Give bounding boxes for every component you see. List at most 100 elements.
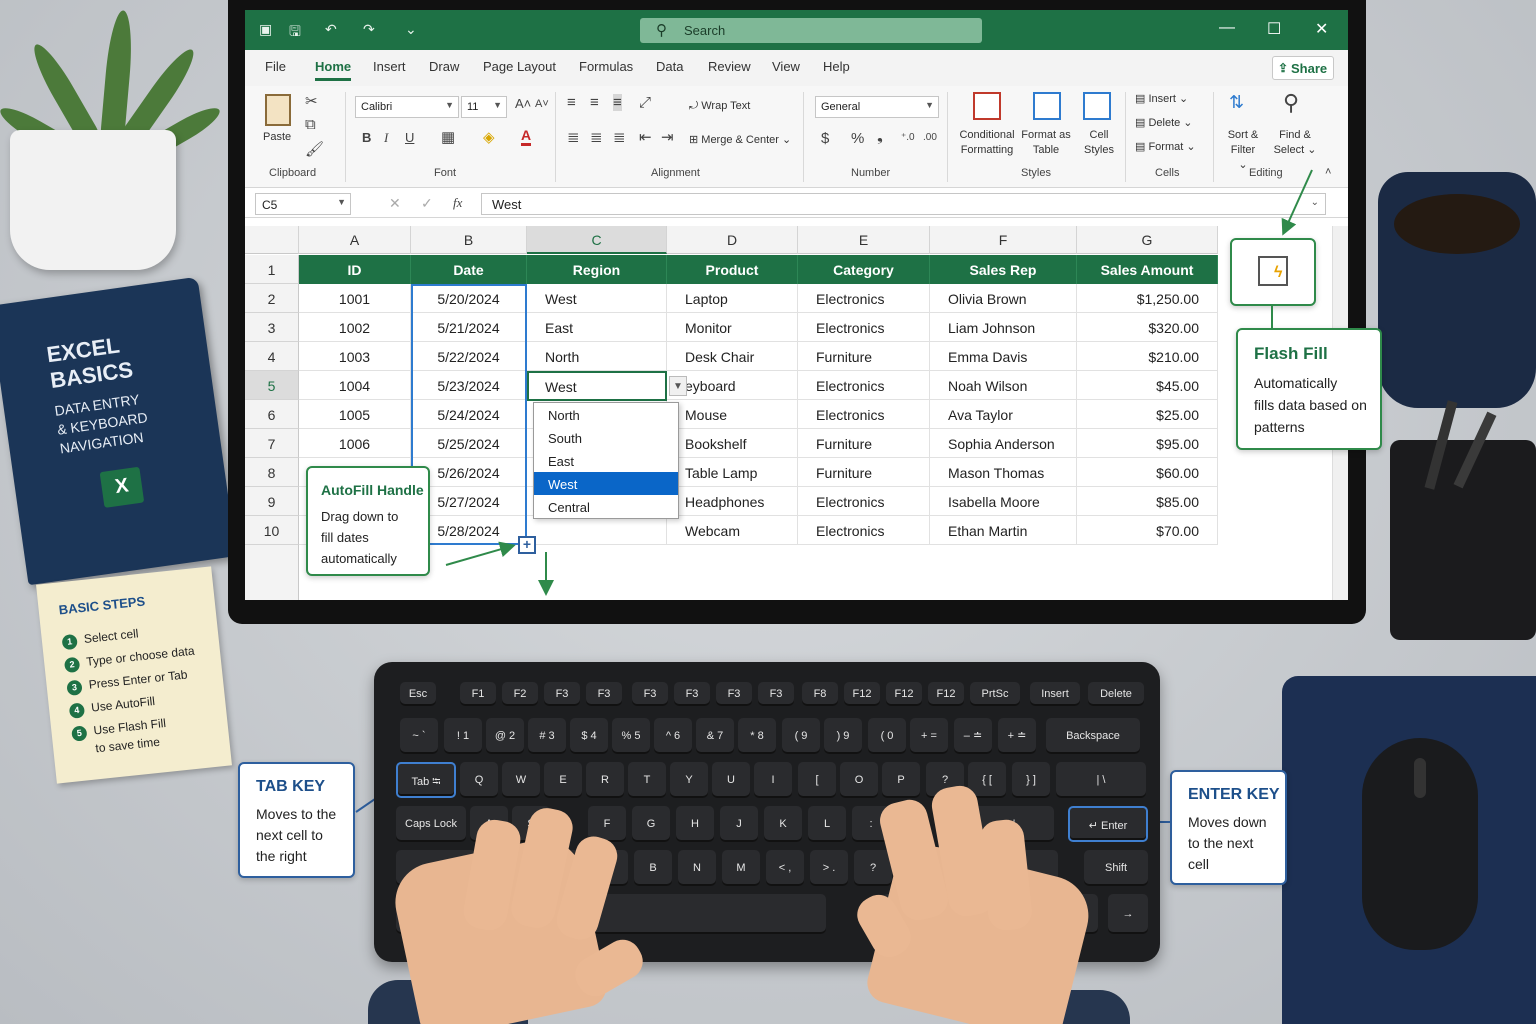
cut-icon[interactable]: ✂: [305, 92, 318, 110]
table-cell[interactable]: Sophia Anderson: [930, 429, 1077, 458]
table-cell[interactable]: North: [527, 342, 667, 371]
fill-color-icon[interactable]: ◈: [483, 128, 495, 146]
redo-icon[interactable]: ↷: [363, 21, 375, 38]
insert-function-button[interactable]: fx: [453, 195, 462, 211]
column-header-e[interactable]: E: [798, 226, 930, 254]
key[interactable]: L: [808, 806, 846, 842]
align-center-icon[interactable]: ≣: [590, 128, 603, 146]
key[interactable]: > .: [810, 850, 848, 886]
font-name-select[interactable]: Calibri ▼: [355, 96, 459, 118]
table-cell[interactable]: Isabella Moore: [930, 487, 1077, 516]
row-header-1[interactable]: 1: [245, 255, 299, 284]
tab-page-layout[interactable]: Page Layout: [483, 59, 556, 74]
key[interactable]: U: [712, 762, 750, 798]
key[interactable]: & 7: [696, 718, 734, 754]
merge-center-button[interactable]: ⊞ Merge & Center ⌄: [689, 133, 791, 148]
key[interactable]: I: [754, 762, 792, 798]
key[interactable]: – ≐: [954, 718, 992, 754]
key[interactable]: B: [634, 850, 672, 886]
table-cell[interactable]: Electronics: [798, 400, 930, 429]
column-header-a[interactable]: A: [299, 226, 411, 254]
undo-icon[interactable]: ↶: [325, 21, 337, 38]
save-icon[interactable]: 🖫: [289, 21, 301, 45]
number-format-select[interactable]: General ▼: [815, 96, 939, 118]
formula-input[interactable]: West ⌄: [481, 193, 1326, 215]
key[interactable]: Backspace: [1046, 718, 1140, 754]
close-button[interactable]: ✕: [1315, 19, 1328, 39]
key[interactable]: F3: [716, 682, 752, 706]
table-cell[interactable]: Olivia Brown: [930, 284, 1077, 313]
key[interactable]: ↵ Enter: [1068, 806, 1148, 842]
cell-styles-button[interactable]: Cell Styles: [1079, 128, 1119, 158]
insert-cells-button[interactable]: ▤ Insert ⌄: [1135, 92, 1188, 107]
row-header-8[interactable]: 8: [245, 458, 299, 487]
key[interactable]: J: [720, 806, 758, 842]
align-middle-icon[interactable]: ≡: [590, 94, 599, 111]
key[interactable]: < ,: [766, 850, 804, 886]
table-cell[interactable]: Laptop: [667, 284, 798, 313]
table-cell[interactable]: Monitor: [667, 313, 798, 342]
format-as-table-button[interactable]: Format as Table: [1019, 128, 1073, 158]
key[interactable]: F3: [544, 682, 580, 706]
key[interactable]: F3: [632, 682, 668, 706]
collapse-ribbon-icon[interactable]: ˄: [1325, 166, 1331, 178]
decrease-decimal-icon[interactable]: .00: [923, 132, 937, 143]
key[interactable]: H: [676, 806, 714, 842]
percent-button[interactable]: %: [851, 130, 864, 147]
paste-button[interactable]: Paste: [263, 130, 291, 145]
table-cell[interactable]: Electronics: [798, 487, 930, 516]
paste-icon[interactable]: [265, 94, 291, 126]
customize-qat-icon[interactable]: ⌄: [405, 21, 417, 38]
key[interactable]: * 8: [738, 718, 776, 754]
key[interactable]: R: [586, 762, 624, 798]
key[interactable]: ! 1: [444, 718, 482, 754]
key[interactable]: Q: [460, 762, 498, 798]
table-cell[interactable]: Mouse: [667, 400, 798, 429]
key[interactable]: ~ `: [400, 718, 438, 754]
header-cell[interactable]: Category: [798, 255, 930, 284]
key[interactable]: + ≐: [998, 718, 1036, 754]
key[interactable]: # 3: [528, 718, 566, 754]
key[interactable]: W: [502, 762, 540, 798]
table-cell[interactable]: 1001: [299, 284, 411, 313]
table-cell[interactable]: 1004: [299, 371, 411, 400]
tab-home[interactable]: Home: [315, 59, 352, 81]
key[interactable]: F8: [802, 682, 838, 706]
key[interactable]: ^ 6: [654, 718, 692, 754]
key[interactable]: F12: [844, 682, 880, 706]
column-header-b[interactable]: B: [411, 226, 527, 254]
tab-review[interactable]: Review: [708, 59, 751, 74]
table-cell[interactable]: 1006: [299, 429, 411, 458]
table-cell[interactable]: $45.00: [1077, 371, 1218, 400]
key[interactable]: ) 9: [824, 718, 862, 754]
align-left-icon[interactable]: ≣: [567, 128, 580, 146]
key[interactable]: F12: [886, 682, 922, 706]
tab-insert[interactable]: Insert: [373, 59, 406, 74]
table-cell[interactable]: $85.00: [1077, 487, 1218, 516]
table-cell[interactable]: Ethan Martin: [930, 516, 1077, 545]
tab-view[interactable]: View: [772, 59, 800, 74]
delete-cells-button[interactable]: ▤ Delete ⌄: [1135, 116, 1193, 131]
header-cell[interactable]: Product: [667, 255, 798, 284]
row-header-7[interactable]: 7: [245, 429, 299, 458]
key[interactable]: Esc: [400, 682, 436, 706]
column-header-f[interactable]: F: [930, 226, 1077, 254]
key[interactable]: $ 4: [570, 718, 608, 754]
key[interactable]: N: [678, 850, 716, 886]
comma-button[interactable]: ❟: [877, 128, 883, 145]
increase-font-icon[interactable]: A˄: [515, 96, 531, 111]
table-cell[interactable]: $25.00: [1077, 400, 1218, 429]
wrap-text-button[interactable]: ⤾ Wrap Text: [689, 99, 750, 114]
active-cell-c5[interactable]: West: [527, 371, 667, 401]
table-cell[interactable]: Webcam: [667, 516, 798, 545]
table-cell[interactable]: Mason Thomas: [930, 458, 1077, 487]
header-cell[interactable]: Region: [527, 255, 667, 284]
dropdown-arrow-icon[interactable]: ▼: [669, 376, 687, 396]
dropdown-option[interactable]: West: [534, 472, 678, 495]
header-cell[interactable]: Date: [411, 255, 527, 284]
search-input[interactable]: ⚲ Search: [640, 18, 982, 43]
table-cell[interactable]: Furniture: [798, 429, 930, 458]
row-header-2[interactable]: 2: [245, 284, 299, 313]
table-cell[interactable]: Ava Taylor: [930, 400, 1077, 429]
underline-button[interactable]: U: [405, 130, 414, 145]
